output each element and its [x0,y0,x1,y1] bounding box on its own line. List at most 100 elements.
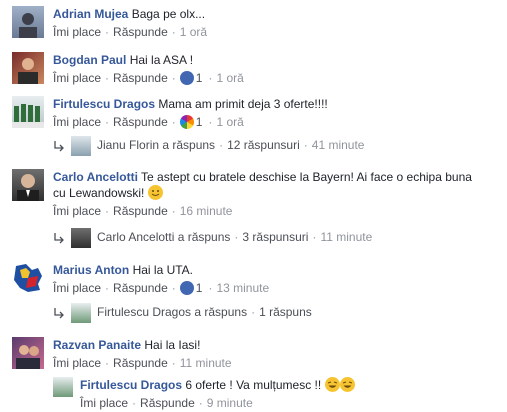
separator: · [234,230,239,244]
separator: · [105,356,110,370]
like-button[interactable]: Îmi place [53,71,101,85]
replies-author-link[interactable]: Jianu Florin a răspuns [97,138,215,152]
reply-button[interactable]: Răspunde [113,204,168,218]
reaction-count[interactable]: 1 [196,71,203,85]
comment-author[interactable]: Bogdan Paul [53,53,126,67]
laughing-emoji-icon [324,377,340,393]
avatar[interactable] [12,96,44,128]
avatar[interactable] [53,377,73,397]
comment-text: Mama am primit deja 3 oferte!!!! [158,97,328,111]
comment-actions: Îmi place · Răspunde · 16 minute [53,203,503,219]
separator: · [171,356,176,370]
separator: · [171,71,176,85]
timestamp[interactable]: 1 oră [180,25,207,39]
separator: · [105,281,110,295]
smile-emoji-icon [147,185,163,201]
comment-text: Hai la UTA. [132,263,194,277]
replies-author-link[interactable]: Firtulescu Dragos a răspuns [97,305,247,319]
separator: · [208,281,213,295]
comment-text: Hai la ASA ! [129,53,194,67]
like-button[interactable]: Îmi place [53,115,101,129]
comment-text-line1: Te astept cu bratele deschise la Bayern!… [141,170,472,184]
comment-author[interactable]: Carlo Ancelotti [53,170,138,184]
separator: · [312,230,317,244]
reply-button[interactable]: Răspunde [113,356,168,370]
comment-actions: Îmi place · Răspunde · 1 · 1 oră [53,114,503,130]
separator: · [171,25,176,39]
reply-text: 6 oferte ! Va mulțumesc !! [185,378,322,392]
view-replies-row[interactable]: Jianu Florin a răspuns · 12 răspunsuri · 41 … [53,135,364,156]
timestamp[interactable]: 11 minute [320,230,372,244]
view-replies-row[interactable]: Carlo Ancelotti a răspuns · 3 răspunsuri · 1… [53,227,372,248]
reply-arrow-icon [54,307,64,319]
replies-count-link[interactable]: 3 răspunsuri [242,230,308,244]
comment-body: Razvan Panaite Hai la Iasi! Îmi place · Ră… [53,337,503,371]
avatar[interactable] [12,169,44,201]
replies-count-link[interactable]: 1 răspuns [259,305,312,319]
comment-actions: Îmi place · Răspunde · 1 · 13 minute [53,280,503,296]
avatar[interactable] [12,52,44,84]
replies-author-link[interactable]: Carlo Ancelotti a răspuns [97,230,230,244]
comment-actions: Îmi place · Răspunde · 11 minute [53,355,503,371]
view-replies-row[interactable]: Firtulescu Dragos a răspuns · 1 răspuns [53,302,312,323]
reply-button[interactable]: Răspunde [113,71,168,85]
reaction-count[interactable]: 1 [196,115,203,129]
separator: · [251,305,256,319]
separator: · [171,115,176,129]
separator: · [303,138,308,152]
separator: · [171,204,176,219]
like-reaction-icon[interactable] [179,70,194,85]
comment-text: Hai la Iasi! [144,338,201,352]
timestamp[interactable]: 41 minute [312,138,365,152]
comment-author[interactable]: Firtulescu Dragos [53,97,155,111]
comment-author[interactable]: Razvan Panaite [53,338,141,352]
laughing-emoji-icon [339,377,355,393]
avatar[interactable] [12,262,44,294]
reply-arrow-icon [54,232,64,244]
like-button[interactable]: Îmi place [53,281,101,295]
comment-author[interactable]: Marius Anton [53,263,129,277]
like-button[interactable]: Îmi place [80,396,128,410]
comment-body: Firtulescu Dragos Mama am primit deja 3 … [53,96,503,130]
replies-count-link[interactable]: 12 răspunsuri [227,138,300,152]
avatar[interactable] [12,337,44,369]
like-reaction-icon[interactable] [179,280,194,295]
timestamp[interactable]: 16 minute [180,204,233,218]
reply-author[interactable]: Firtulescu Dragos [80,378,182,392]
timestamp[interactable]: 9 minute [207,396,253,410]
avatar [71,302,91,323]
timestamp[interactable]: 11 minute [180,356,232,370]
reaction-count[interactable]: 1 [196,281,203,295]
reply-body: Firtulescu Dragos 6 oferte ! Va mulțumes… [80,377,500,411]
separator: · [208,115,213,129]
separator: · [198,396,203,411]
separator: · [105,71,110,85]
separator: · [171,281,176,295]
separator: · [105,204,110,219]
reply-button[interactable]: Răspunde [113,25,168,39]
separator: · [219,138,224,152]
timestamp[interactable]: 1 oră [216,115,243,129]
reply-actions: Îmi place · Răspunde · 9 minute [80,395,500,411]
comment-author[interactable]: Adrian Mujea [53,7,128,21]
reply-button[interactable]: Răspunde [140,396,195,410]
separator: · [132,396,137,411]
like-button[interactable]: Îmi place [53,204,101,218]
reply-button[interactable]: Răspunde [113,281,168,295]
rainbow-reaction-icon[interactable] [179,114,194,129]
comment-body: Bogdan Paul Hai la ASA ! Îmi place · Răspu… [53,52,503,86]
avatar[interactable] [12,6,44,38]
separator: · [208,71,213,85]
comment-text: Baga pe olx... [131,7,206,21]
like-button[interactable]: Îmi place [53,25,101,39]
avatar [71,227,91,248]
like-button[interactable]: Îmi place [53,356,101,370]
separator: · [105,25,110,39]
reply-arrow-icon [54,140,64,152]
timestamp[interactable]: 13 minute [216,281,269,295]
reply-button[interactable]: Răspunde [113,115,168,129]
comment-body: Adrian Mujea Baga pe olx... Îmi place · Ră… [53,6,503,40]
comment-actions: Îmi place · Răspunde · 1 · 1 oră [53,70,503,86]
timestamp[interactable]: 1 oră [216,71,243,85]
avatar [71,135,91,156]
